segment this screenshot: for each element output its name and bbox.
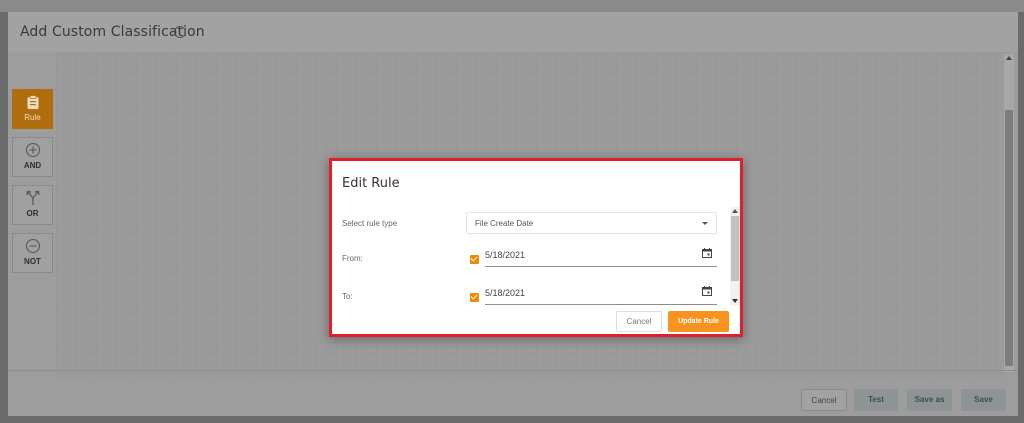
scroll-up-arrow-icon[interactable] [1006,56,1012,60]
dialog-cancel-button[interactable]: Cancel [616,311,662,332]
top-strip [0,0,1024,12]
canvas-scrollbar[interactable] [1004,54,1014,372]
to-date-field[interactable]: 5/18/2021 [485,285,717,305]
rule-type-value: File Create Date [475,219,534,228]
from-date-field[interactable]: 5/18/2021 [485,247,717,267]
dialog-title: Edit Rule [342,176,400,191]
from-label: From: [342,254,363,263]
calendar-icon[interactable] [702,248,712,258]
scroll-up-arrow-icon[interactable] [732,209,738,213]
chevron-down-icon [702,222,708,225]
plus-circle-icon [25,143,40,157]
footer-divider [8,370,1018,371]
to-checkbox[interactable] [470,293,479,302]
save-as-button[interactable]: Save as [907,389,952,411]
and-tool-button[interactable]: AND [12,137,53,177]
or-tool-button[interactable]: OR [12,185,53,225]
calendar-icon[interactable] [702,286,712,296]
cancel-button[interactable]: Cancel [801,389,847,411]
split-arrows-icon [25,190,40,205]
rule-type-select[interactable]: File Create Date [466,212,717,234]
scroll-down-arrow-icon[interactable] [732,299,738,303]
update-rule-button[interactable]: Update Rule [668,311,729,332]
or-tool-label: OR [26,209,39,218]
dialog-scrollbar[interactable] [730,207,740,305]
info-icon[interactable]: i [174,26,186,38]
from-checkbox[interactable] [470,255,479,264]
save-button[interactable]: Save [961,389,1006,411]
from-date-value: 5/18/2021 [485,250,526,260]
clipboard-icon [27,95,38,109]
to-label: To: [342,292,353,301]
rule-tool-label: Rule [24,113,41,122]
scroll-thumb[interactable] [1005,110,1013,366]
rule-type-label: Select rule type [342,219,398,228]
to-date-value: 5/18/2021 [485,288,526,298]
panel-header: Add Custom Classification i [8,12,1018,52]
edit-rule-dialog: Edit Rule Select rule type File Create D… [329,158,743,337]
test-button[interactable]: Test [854,389,898,411]
and-tool-label: AND [23,161,42,170]
not-tool-button[interactable]: NOT [12,233,53,273]
rule-tool-button[interactable]: Rule [12,89,53,129]
minus-circle-icon [25,239,40,253]
dialog-scroll-thumb[interactable] [731,216,739,281]
not-tool-label: NOT [24,257,41,266]
